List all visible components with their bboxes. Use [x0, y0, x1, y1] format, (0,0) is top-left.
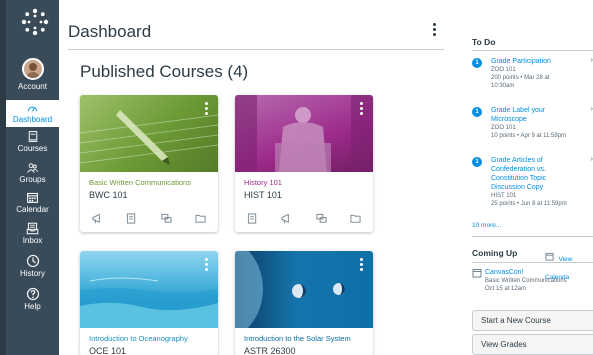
- nav-groups[interactable]: Groups: [6, 162, 59, 184]
- clock-icon: [26, 254, 39, 268]
- todo-course: HIST 101: [491, 193, 517, 199]
- nav-history-label: History: [20, 269, 45, 278]
- groups-icon: [27, 163, 39, 173]
- todo-course: ZOO 101: [491, 67, 516, 73]
- course-card-image[interactable]: [80, 95, 218, 172]
- course-name[interactable]: History 101: [244, 178, 373, 187]
- inbox-icon: [26, 222, 39, 235]
- todo-title[interactable]: Grade Articles of Confederation vs. Cons…: [491, 156, 573, 192]
- coming-up-heading: Coming Up: [472, 248, 518, 258]
- event-title[interactable]: CanvasCon!: [485, 268, 593, 277]
- calendar-icon: [545, 253, 554, 261]
- course-card-options-icon[interactable]: [360, 258, 364, 273]
- todo-more-link[interactable]: 10 more...: [472, 222, 501, 229]
- page-title: Dashboard: [68, 22, 152, 41]
- ocean-waves-image: [80, 277, 218, 328]
- todo-item[interactable]: 1 Grade Participation ZOO 101 200 points…: [472, 55, 593, 90]
- course-code: HIST 101: [244, 190, 282, 200]
- course-card-image[interactable]: [235, 95, 373, 172]
- nav-courses-label: Courses: [17, 144, 48, 153]
- header-divider: [68, 49, 444, 50]
- todo-course: ZOO 101: [491, 125, 516, 131]
- todo-title[interactable]: Grade Label your Microscope: [491, 106, 553, 124]
- discussions-icon[interactable]: [161, 213, 172, 224]
- course-card-options-icon[interactable]: [205, 258, 209, 273]
- course-card-image[interactable]: [235, 251, 373, 328]
- todo-meta: 200 points • Mar 28 at 10:30am: [491, 75, 550, 89]
- course-name[interactable]: Introduction to Oceanography: [89, 334, 218, 343]
- nav-inbox-label: Inbox: [22, 236, 43, 245]
- assignments-icon[interactable]: [126, 213, 137, 224]
- todo-count-badge: 1: [472, 107, 482, 117]
- todo-count-badge: 1: [472, 157, 482, 167]
- todo-item[interactable]: 1 Grade Articles of Confederation vs. Co…: [472, 154, 593, 208]
- course-code: BWC 101: [89, 190, 128, 200]
- nav-calendar-label: Calendar: [16, 205, 49, 214]
- event-course: Basic Written Communications: [485, 278, 567, 284]
- announcements-icon[interactable]: [92, 213, 103, 224]
- nav-account-label: Account: [18, 82, 47, 91]
- todo-count-badge: 1: [472, 58, 482, 68]
- nav-help[interactable]: Help: [6, 287, 59, 311]
- nav-calendar[interactable]: Calendar: [6, 191, 59, 214]
- avatar: [21, 58, 44, 80]
- todo-title[interactable]: Grade Participation: [491, 57, 593, 66]
- todo-meta: 10 points • Apr 9 at 11:59pm: [491, 133, 567, 139]
- coming-up-item[interactable]: CanvasCon! Basic Written Communications …: [472, 268, 593, 293]
- course-card-image[interactable]: [80, 251, 218, 328]
- todo-divider: [472, 50, 593, 51]
- nav-groups-label: Groups: [19, 175, 46, 184]
- solar-system-image: [235, 251, 345, 328]
- announcements-icon[interactable]: [281, 213, 292, 224]
- nav-courses[interactable]: Courses: [6, 130, 59, 153]
- start-new-course-button[interactable]: Start a New Course: [472, 310, 593, 331]
- todo-meta: 25 points • Jun 8 at 11:59pm: [491, 201, 567, 207]
- coming-up-divider: [472, 262, 593, 263]
- files-icon[interactable]: [195, 213, 206, 224]
- assignments-icon[interactable]: [247, 213, 258, 224]
- event-date: Oct 15 at 12am: [485, 286, 527, 292]
- nav-dashboard[interactable]: Dashboard: [6, 100, 59, 127]
- published-courses-heading: Published Courses (4): [80, 62, 249, 81]
- view-grades-button[interactable]: View Grades: [472, 334, 593, 355]
- courses-icon: [28, 131, 37, 142]
- discussions-icon[interactable]: [316, 213, 327, 224]
- help-icon: [26, 287, 39, 301]
- course-card-oce[interactable]: Introduction to Oceanography OCE 101: [80, 251, 218, 355]
- lincoln-statue-image: [235, 95, 373, 172]
- course-card-options-icon[interactable]: [360, 102, 364, 117]
- dashboard-icon: [27, 106, 38, 112]
- course-card-astr[interactable]: Introduction to the Solar System ASTR 26…: [235, 251, 373, 355]
- global-nav: Account Dashboard Courses Groups Calenda…: [0, 0, 59, 355]
- nav-help-label: Help: [24, 302, 41, 311]
- nav-dashboard-label: Dashboard: [12, 115, 53, 124]
- todo-item[interactable]: 1 Grade Label your Microscope ZOO 101 10…: [472, 104, 593, 140]
- course-code: OCE 101: [89, 346, 127, 355]
- calendar-event-icon: [472, 269, 482, 278]
- coming-up-top-divider: [472, 236, 593, 237]
- pen-writing-image: [80, 110, 218, 165]
- course-code: ASTR 26300: [244, 346, 296, 355]
- dashboard-options-icon[interactable]: [430, 22, 438, 38]
- nav-account[interactable]: Account: [6, 58, 59, 91]
- nav-inbox[interactable]: Inbox: [6, 222, 59, 245]
- nav-history[interactable]: History: [6, 254, 59, 278]
- canvas-logo-icon[interactable]: [20, 7, 50, 37]
- course-card-options-icon[interactable]: [205, 102, 209, 117]
- calendar-icon: [27, 192, 38, 203]
- course-name[interactable]: Introduction to the Solar System: [244, 334, 373, 343]
- course-card-hist[interactable]: History 101 HIST 101: [235, 95, 373, 232]
- course-card-bwc[interactable]: Basic Written Communications BWC 101: [80, 95, 218, 232]
- files-icon[interactable]: [350, 213, 361, 224]
- course-name[interactable]: Basic Written Communications: [89, 178, 218, 187]
- todo-heading: To Do: [472, 37, 496, 47]
